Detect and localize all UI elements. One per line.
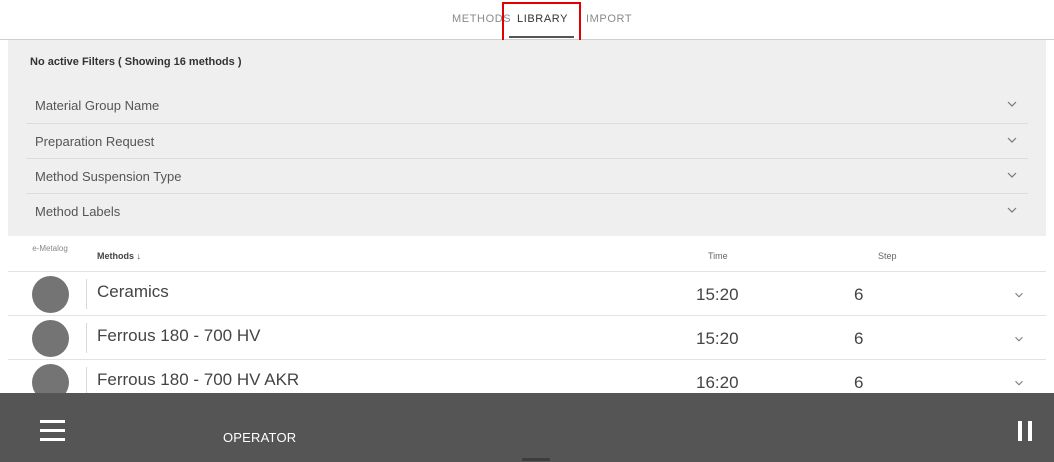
row-divider <box>86 323 87 353</box>
bottom-bar: OPERATOR <box>0 393 1054 462</box>
drawer-handle[interactable] <box>522 458 550 461</box>
tab-bar: METHODS LIBRARY IMPORT <box>0 0 1054 45</box>
method-time: 16:20 <box>696 373 739 392</box>
filter-summary: No active Filters ( Showing 16 methods ) <box>30 56 242 68</box>
method-step: 6 <box>854 329 864 348</box>
column-header-emetalog: e-Metalog <box>32 244 68 253</box>
chevron-down-icon[interactable] <box>1012 332 1026 346</box>
chevron-down-icon <box>1007 172 1017 178</box>
table-row[interactable]: Ferrous 180 - 700 HV 15:20 6 <box>8 316 1046 360</box>
tab-highlight-box <box>502 2 581 45</box>
filter-preparation-request[interactable]: Preparation Request <box>26 123 1028 158</box>
filter-method-labels[interactable]: Method Labels <box>26 193 1028 228</box>
chevron-down-icon <box>1007 101 1017 107</box>
filter-method-suspension-type[interactable]: Method Suspension Type <box>26 158 1028 193</box>
column-header-methods[interactable]: Methods ↓ <box>97 251 141 261</box>
table-row[interactable]: Ceramics 15:20 6 <box>8 272 1046 316</box>
chevron-down-icon[interactable] <box>1012 288 1026 302</box>
method-name: Ceramics <box>97 282 169 301</box>
method-step: 6 <box>854 285 864 304</box>
method-name: Ferrous 180 - 700 HV <box>97 326 261 345</box>
filter-material-group-name[interactable]: Material Group Name <box>26 88 1028 123</box>
filter-label: Method Suspension Type <box>35 169 182 184</box>
method-time: 15:20 <box>696 285 739 304</box>
method-avatar <box>32 276 69 313</box>
hamburger-menu-icon[interactable] <box>40 420 65 442</box>
method-name: Ferrous 180 - 700 HV AKR <box>97 370 300 389</box>
filter-label: Method Labels <box>35 204 121 219</box>
method-avatar <box>32 320 69 357</box>
column-header-time: Time <box>708 251 728 261</box>
filter-panel: No active Filters ( Showing 16 methods )… <box>8 40 1046 236</box>
chevron-down-icon[interactable] <box>1012 376 1026 390</box>
table-header: e-Metalog Methods ↓ Time Step <box>8 236 1046 272</box>
filter-label: Preparation Request <box>35 134 155 149</box>
user-role-label: OPERATOR <box>223 430 297 445</box>
pause-icon[interactable] <box>1018 421 1032 441</box>
row-divider <box>86 279 87 309</box>
chevron-down-icon <box>1007 137 1017 143</box>
column-header-step: Step <box>878 251 897 261</box>
tab-import[interactable]: IMPORT <box>586 12 632 34</box>
filter-label: Material Group Name <box>35 98 160 113</box>
method-step: 6 <box>854 373 864 392</box>
chevron-down-icon <box>1007 207 1017 213</box>
method-time: 15:20 <box>696 329 739 348</box>
